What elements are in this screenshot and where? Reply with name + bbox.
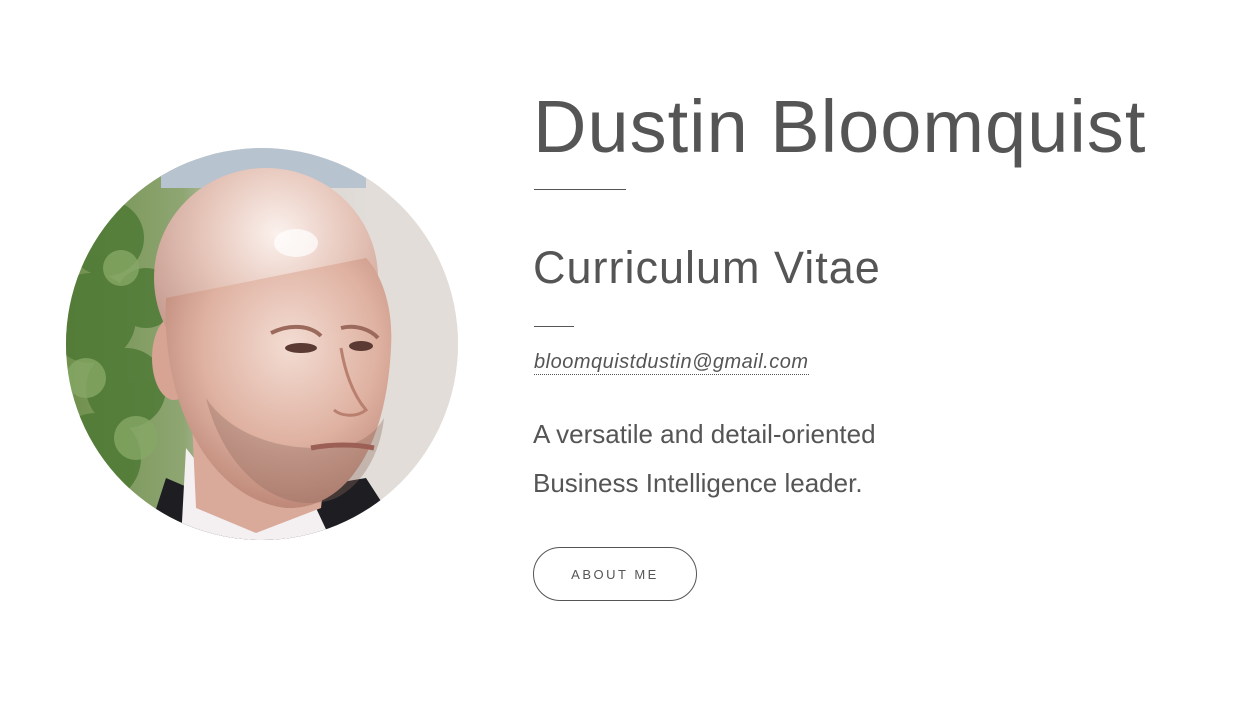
- tagline-line-1: A versatile and detail-oriented: [533, 419, 876, 449]
- page-subtitle: Curriculum Vitae: [533, 242, 881, 293]
- about-me-button[interactable]: ABOUT ME: [533, 547, 697, 601]
- title-divider: [534, 189, 626, 190]
- home-section: Dustin Bloomquist Curriculum Vitae bloom…: [0, 0, 1250, 703]
- subtitle-divider: [534, 326, 574, 327]
- page-title: Dustin Bloomquist: [533, 85, 1147, 168]
- email-link[interactable]: bloomquistdustin@gmail.com: [534, 350, 809, 375]
- profile-photo: [66, 148, 458, 540]
- tagline-line-2: Business Intelligence leader.: [533, 468, 863, 498]
- tagline: A versatile and detail-oriented Business…: [533, 410, 993, 508]
